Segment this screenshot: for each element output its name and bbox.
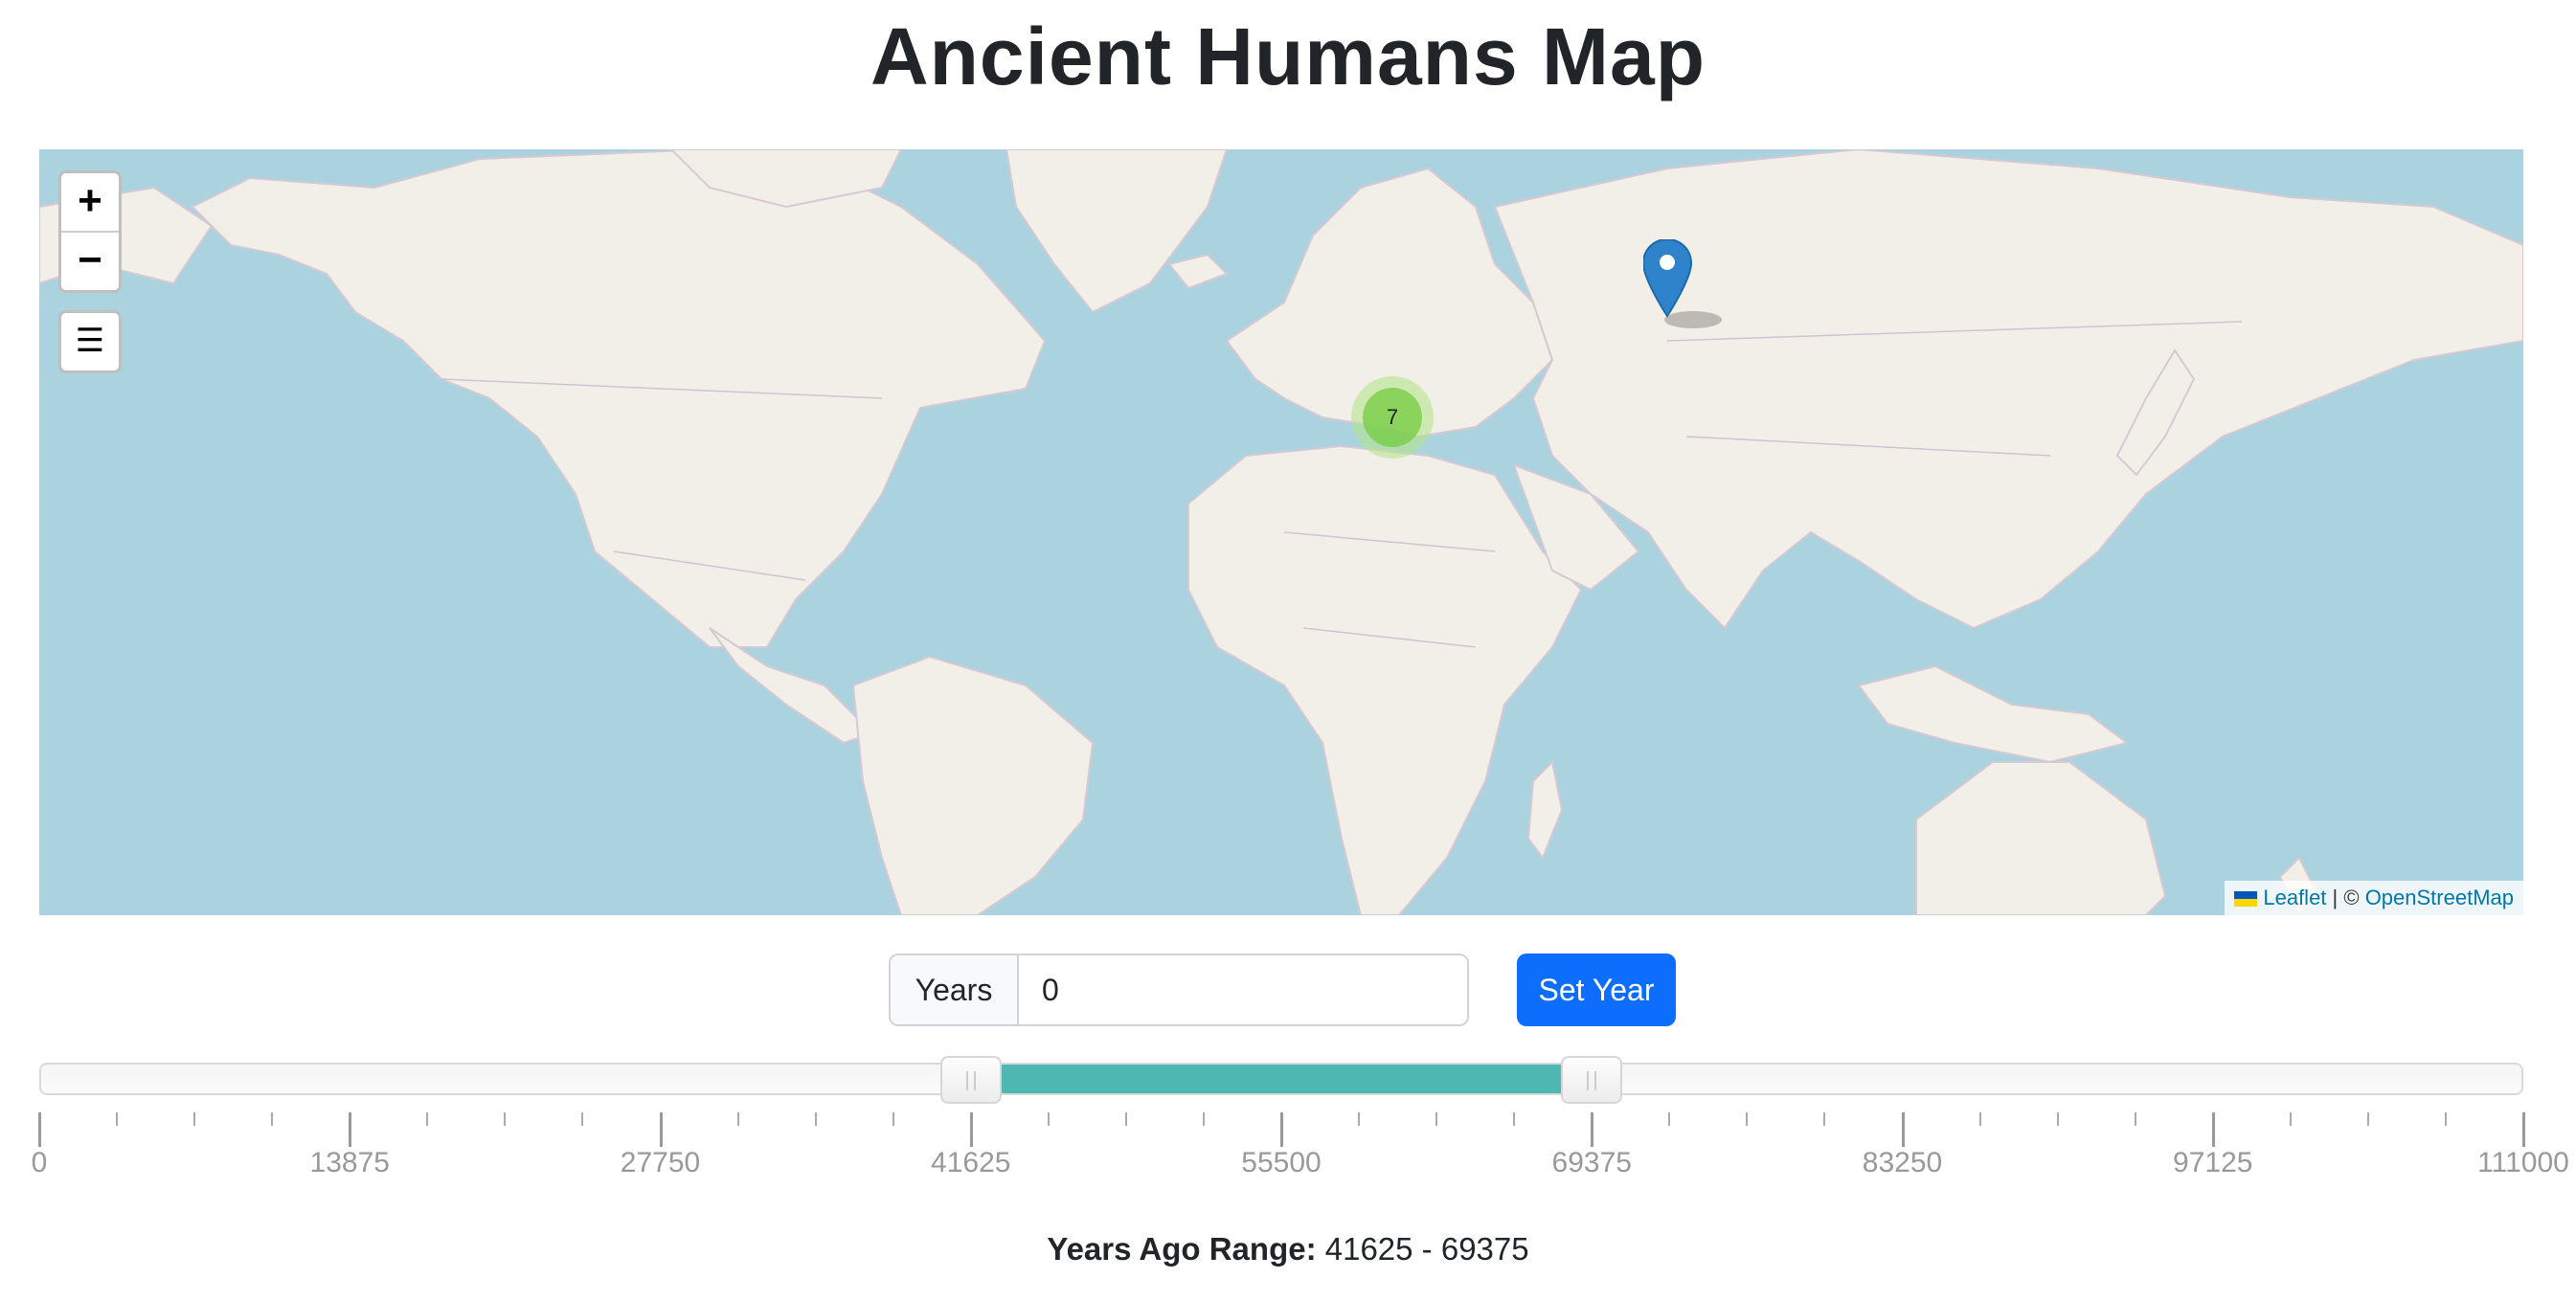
tick-label: 41625 (931, 1147, 1011, 1178)
minor-tick (1978, 1112, 1981, 1126)
minor-tick (814, 1112, 817, 1126)
land-south-america (851, 655, 1095, 915)
minor-tick (2444, 1112, 2447, 1126)
minor-tick (426, 1112, 429, 1126)
minor-tick (1202, 1112, 1205, 1126)
zoom-out-button[interactable]: − (61, 231, 119, 290)
years-ago-input[interactable] (1019, 955, 1467, 1024)
minor-tick (2289, 1112, 2292, 1126)
range-label: Years Ago Range: (1047, 1231, 1317, 1267)
page-title: Ancient Humans Map (870, 11, 1706, 101)
land-australia (1915, 761, 2167, 915)
slider-ticks: 0 13875 27750 41625 55500 69375 83250 97125 1110… (32, 1112, 2569, 1179)
zoom-control: + − (58, 170, 122, 293)
map[interactable]: + − ☰ 7 Leaflet | © OpenStreetMap (39, 149, 2523, 915)
year-controls: Years Ago Set Year (889, 953, 1676, 1026)
land-greenland (1005, 149, 1229, 314)
minor-tick (892, 1112, 894, 1126)
years-range-slider[interactable] (39, 1056, 2523, 1104)
major-tick (1901, 1112, 1905, 1147)
years-ago-input-group: Years Ago (889, 953, 1469, 1026)
minor-tick (116, 1112, 119, 1126)
slider-handle-to[interactable] (1560, 1056, 1622, 1104)
minor-tick (1513, 1112, 1516, 1126)
tick-label: 83250 (1862, 1147, 1943, 1178)
tick-label: 97125 (2173, 1147, 2253, 1178)
land-africa (1187, 444, 1583, 915)
major-tick (2522, 1112, 2525, 1147)
land-north-america (191, 149, 1047, 648)
cluster-count: 7 (1363, 388, 1422, 447)
tick-label: 111000 (2477, 1147, 2569, 1178)
years-ago-range: Years Ago Range: 41625 - 69375 (0, 1231, 2576, 1267)
major-tick (38, 1112, 41, 1147)
basemap-land (39, 149, 2523, 915)
major-tick (1280, 1112, 1283, 1147)
map-pin-icon[interactable] (1643, 239, 1749, 335)
minor-tick (2366, 1112, 2369, 1126)
tick-label: 27750 (620, 1147, 701, 1178)
major-tick (1591, 1112, 1594, 1147)
land-asia (1493, 149, 2523, 630)
minor-tick (581, 1112, 584, 1126)
minor-tick (2056, 1112, 2059, 1126)
major-tick (349, 1112, 352, 1147)
minor-tick (736, 1112, 739, 1126)
range-value: 41625 - 69375 (1324, 1231, 1529, 1267)
minor-tick (1746, 1112, 1749, 1126)
minor-tick (2134, 1112, 2136, 1126)
land-iceland (1167, 253, 1229, 290)
tick-label: 13875 (309, 1147, 390, 1178)
set-year-button[interactable]: Set Year (1517, 953, 1676, 1026)
minor-tick (1435, 1112, 1438, 1126)
minor-tick (1668, 1112, 1671, 1126)
marker-cluster[interactable]: 7 (1351, 376, 1434, 459)
minor-tick (1358, 1112, 1361, 1126)
years-ago-label: Years Ago (891, 955, 1019, 1024)
minor-tick (1047, 1112, 1050, 1126)
land-madagascar (1526, 759, 1564, 861)
tick-label: 69375 (1551, 1147, 1632, 1178)
major-tick (2211, 1112, 2215, 1147)
slider-handle-from[interactable] (940, 1056, 1003, 1104)
minor-tick (1124, 1112, 1127, 1126)
tick-label: 55500 (1241, 1147, 1322, 1178)
land-indonesia (1857, 664, 2130, 764)
land-central-america (709, 627, 874, 745)
minor-tick (1823, 1112, 1826, 1126)
zoom-in-button[interactable]: + (61, 173, 119, 231)
slider-selected-range (971, 1065, 1592, 1093)
map-attribution: Leaflet | © OpenStreetMap (2225, 881, 2523, 915)
minor-tick (271, 1112, 274, 1126)
minor-tick (193, 1112, 196, 1126)
layers-menu-button[interactable]: ☰ (58, 310, 122, 373)
tick-label: 0 (31, 1147, 48, 1178)
leaflet-link[interactable]: Leaflet (2263, 886, 2326, 909)
minor-tick (504, 1112, 507, 1126)
major-tick (969, 1112, 973, 1147)
ukraine-flag-icon (2234, 891, 2258, 907)
major-tick (659, 1112, 663, 1147)
openstreetmap-link[interactable]: OpenStreetMap (2365, 886, 2514, 909)
attribution-separator: | © (2326, 886, 2365, 909)
